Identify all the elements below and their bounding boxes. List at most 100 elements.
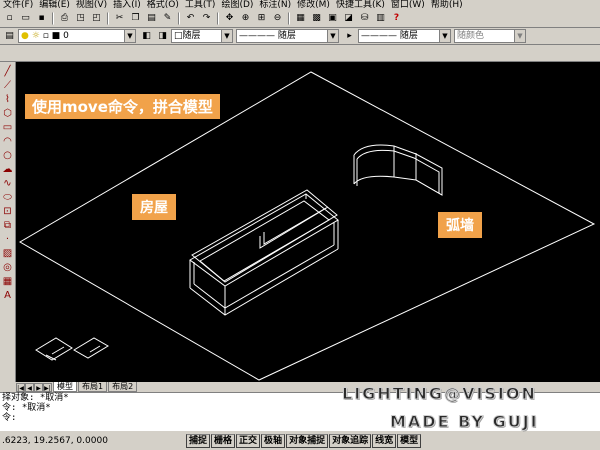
snap-toggle[interactable]: 捕捉 [186,433,211,448]
tab-first-icon[interactable]: |◀ [16,382,25,392]
chevron-down-icon[interactable]: ▼ [514,30,525,42]
ucs-icon [35,337,109,361]
layer-previous-icon[interactable]: ◨ [155,29,170,43]
undo-icon[interactable]: ↶ [183,12,198,26]
spline-icon[interactable]: ∿ [1,178,14,190]
point-icon[interactable]: · [1,234,14,246]
tab-last-icon[interactable]: ▶| [43,382,52,392]
chevron-down-icon[interactable]: ▼ [124,30,135,42]
status-bar: .6223, 19.2567, 0.0000 捕捉 栅格 正交 极轴 对象捕捉 … [0,430,600,450]
layers-toolbar: ▤ ● ☼ ▫ ■ 0 ▼ ◧ ◨ □随层 ▼ ———— 随层 ▼ ▸ ————… [0,28,600,45]
secondary-toolbar [0,45,600,62]
hatch-icon[interactable]: ▨ [1,248,14,260]
database-icon[interactable]: ⛁ [357,12,372,26]
layer-manager-icon[interactable]: ▤ [2,29,17,43]
help-icon[interactable]: ? [389,12,404,26]
tab-model[interactable]: 模型 [53,382,77,392]
color-combo-value: □随层 [174,31,201,41]
zoom-previous-icon[interactable]: ⊖ [270,12,285,26]
menu-edit[interactable]: 编辑(E) [36,0,73,10]
toolbar-grip-icon: ▸ [347,30,352,41]
polyline-icon[interactable]: ⌇ [1,94,14,106]
cut-icon[interactable]: ✂ [112,12,127,26]
draw-toolbar: ╱ ⟋ ⌇ ⬡ ▭ ◠ ○ ☁ ∿ ⬭ ⊡ ⧉ · ▨ ◎ ▦ A [0,62,16,382]
menu-bar: 文件(F) 编辑(E) 视图(V) 插入(I) 格式(O) 工具(T) 绘图(D… [0,0,600,10]
construction-line-icon[interactable]: ⟋ [1,80,14,92]
menu-view[interactable]: 视图(V) [73,0,110,10]
zoom-realtime-icon[interactable]: ⊕ [238,12,253,26]
open-folder-icon[interactable]: ▭ [18,12,33,26]
circle-icon[interactable]: ○ [1,150,14,162]
design-center-icon[interactable]: ▩ [309,12,324,26]
menu-file[interactable]: 文件(F) [0,0,36,10]
layer-combo[interactable]: ● ☼ ▫ ■ 0 ▼ [18,29,136,43]
lightbulb-icon: ● [21,31,29,41]
lineweight-combo[interactable]: ———— 随层 ▼ [358,29,451,43]
drawing-viewport[interactable]: 使用move命令，拼合模型 房屋 弧墙 [16,62,600,382]
publish-icon[interactable]: ◰ [89,12,104,26]
menu-tools[interactable]: 工具(T) [182,0,219,10]
toolbar-separator [178,12,180,25]
menu-dimension[interactable]: 标注(N) [256,0,294,10]
new-file-icon[interactable]: ▫ [2,12,17,26]
calculator-icon[interactable]: ▥ [373,12,388,26]
match-properties-icon[interactable]: ✎ [160,12,175,26]
menu-quicktools[interactable]: 快捷工具(K) [333,0,388,10]
chevron-down-icon[interactable]: ▼ [327,30,338,42]
ellipse-icon[interactable]: ⬭ [1,192,14,204]
print-icon[interactable]: ⎙ [57,12,72,26]
tab-prev-icon[interactable]: ◀ [25,382,34,392]
lineweight-toggle[interactable]: 线宽 [372,433,397,448]
plotstyle-combo[interactable]: 随颜色 ▼ [454,29,526,43]
polygon-icon[interactable]: ⬡ [1,108,14,120]
save-icon[interactable]: ▪ [34,12,49,26]
polar-toggle[interactable]: 极轴 [261,433,286,448]
watermark-line2: MADE BY GUJI [390,412,539,432]
menu-modify[interactable]: 修改(M) [294,0,333,10]
ortho-toggle[interactable]: 正交 [236,433,261,448]
make-block-icon[interactable]: ⧉ [1,220,14,232]
linetype-combo[interactable]: ———— 随层 ▼ [236,29,339,43]
rectangle-icon[interactable]: ▭ [1,122,14,134]
model-toggle[interactable]: 模型 [397,433,422,448]
insert-block-icon[interactable]: ⊡ [1,206,14,218]
region-icon[interactable]: ◎ [1,262,14,274]
grid-toggle[interactable]: 栅格 [211,433,236,448]
revcloud-icon[interactable]: ☁ [1,164,14,176]
menu-insert[interactable]: 插入(I) [110,0,144,10]
menu-draw[interactable]: 绘图(D) [218,0,256,10]
pan-icon[interactable]: ✥ [222,12,237,26]
toolbar-separator [107,12,109,25]
chevron-down-icon[interactable]: ▼ [221,30,232,42]
otrack-toggle[interactable]: 对象追踪 [329,433,372,448]
tab-layout2[interactable]: 布局2 [108,382,138,392]
paste-icon[interactable]: ▤ [144,12,159,26]
properties-icon[interactable]: ▦ [293,12,308,26]
tab-next-icon[interactable]: ▶ [34,382,43,392]
lineweight-combo-value: ———— 随层 [361,31,418,41]
chevron-down-icon[interactable]: ▼ [439,30,450,42]
markup-icon[interactable]: ◪ [341,12,356,26]
line-tool-icon[interactable]: ╱ [1,66,14,78]
toolbar-separator [288,12,290,25]
watermark-line1: LIGHTING@VISION [342,384,537,404]
arc-icon[interactable]: ◠ [1,136,14,148]
osnap-toggle[interactable]: 对象捕捉 [286,433,329,448]
mtext-icon[interactable]: A [1,290,14,302]
menu-window[interactable]: 窗口(W) [388,0,428,10]
label-arc-wall: 弧墙 [438,212,482,238]
redo-icon[interactable]: ↷ [199,12,214,26]
tab-layout1[interactable]: 布局1 [78,382,108,392]
tool-palette-icon[interactable]: ▣ [325,12,340,26]
zoom-window-icon[interactable]: ⊞ [254,12,269,26]
preview-icon[interactable]: ◳ [73,12,88,26]
make-current-layer-icon[interactable]: ◧ [139,29,154,43]
layer-name: 0 [63,31,69,41]
color-combo[interactable]: □随层 ▼ [171,29,233,43]
caption-move-command: 使用move命令，拼合模型 [25,94,220,119]
copy-icon[interactable]: ❐ [128,12,143,26]
menu-format[interactable]: 格式(O) [144,0,182,10]
table-icon[interactable]: ▦ [1,276,14,288]
menu-help[interactable]: 帮助(H) [428,0,466,10]
label-house: 房屋 [132,194,176,220]
